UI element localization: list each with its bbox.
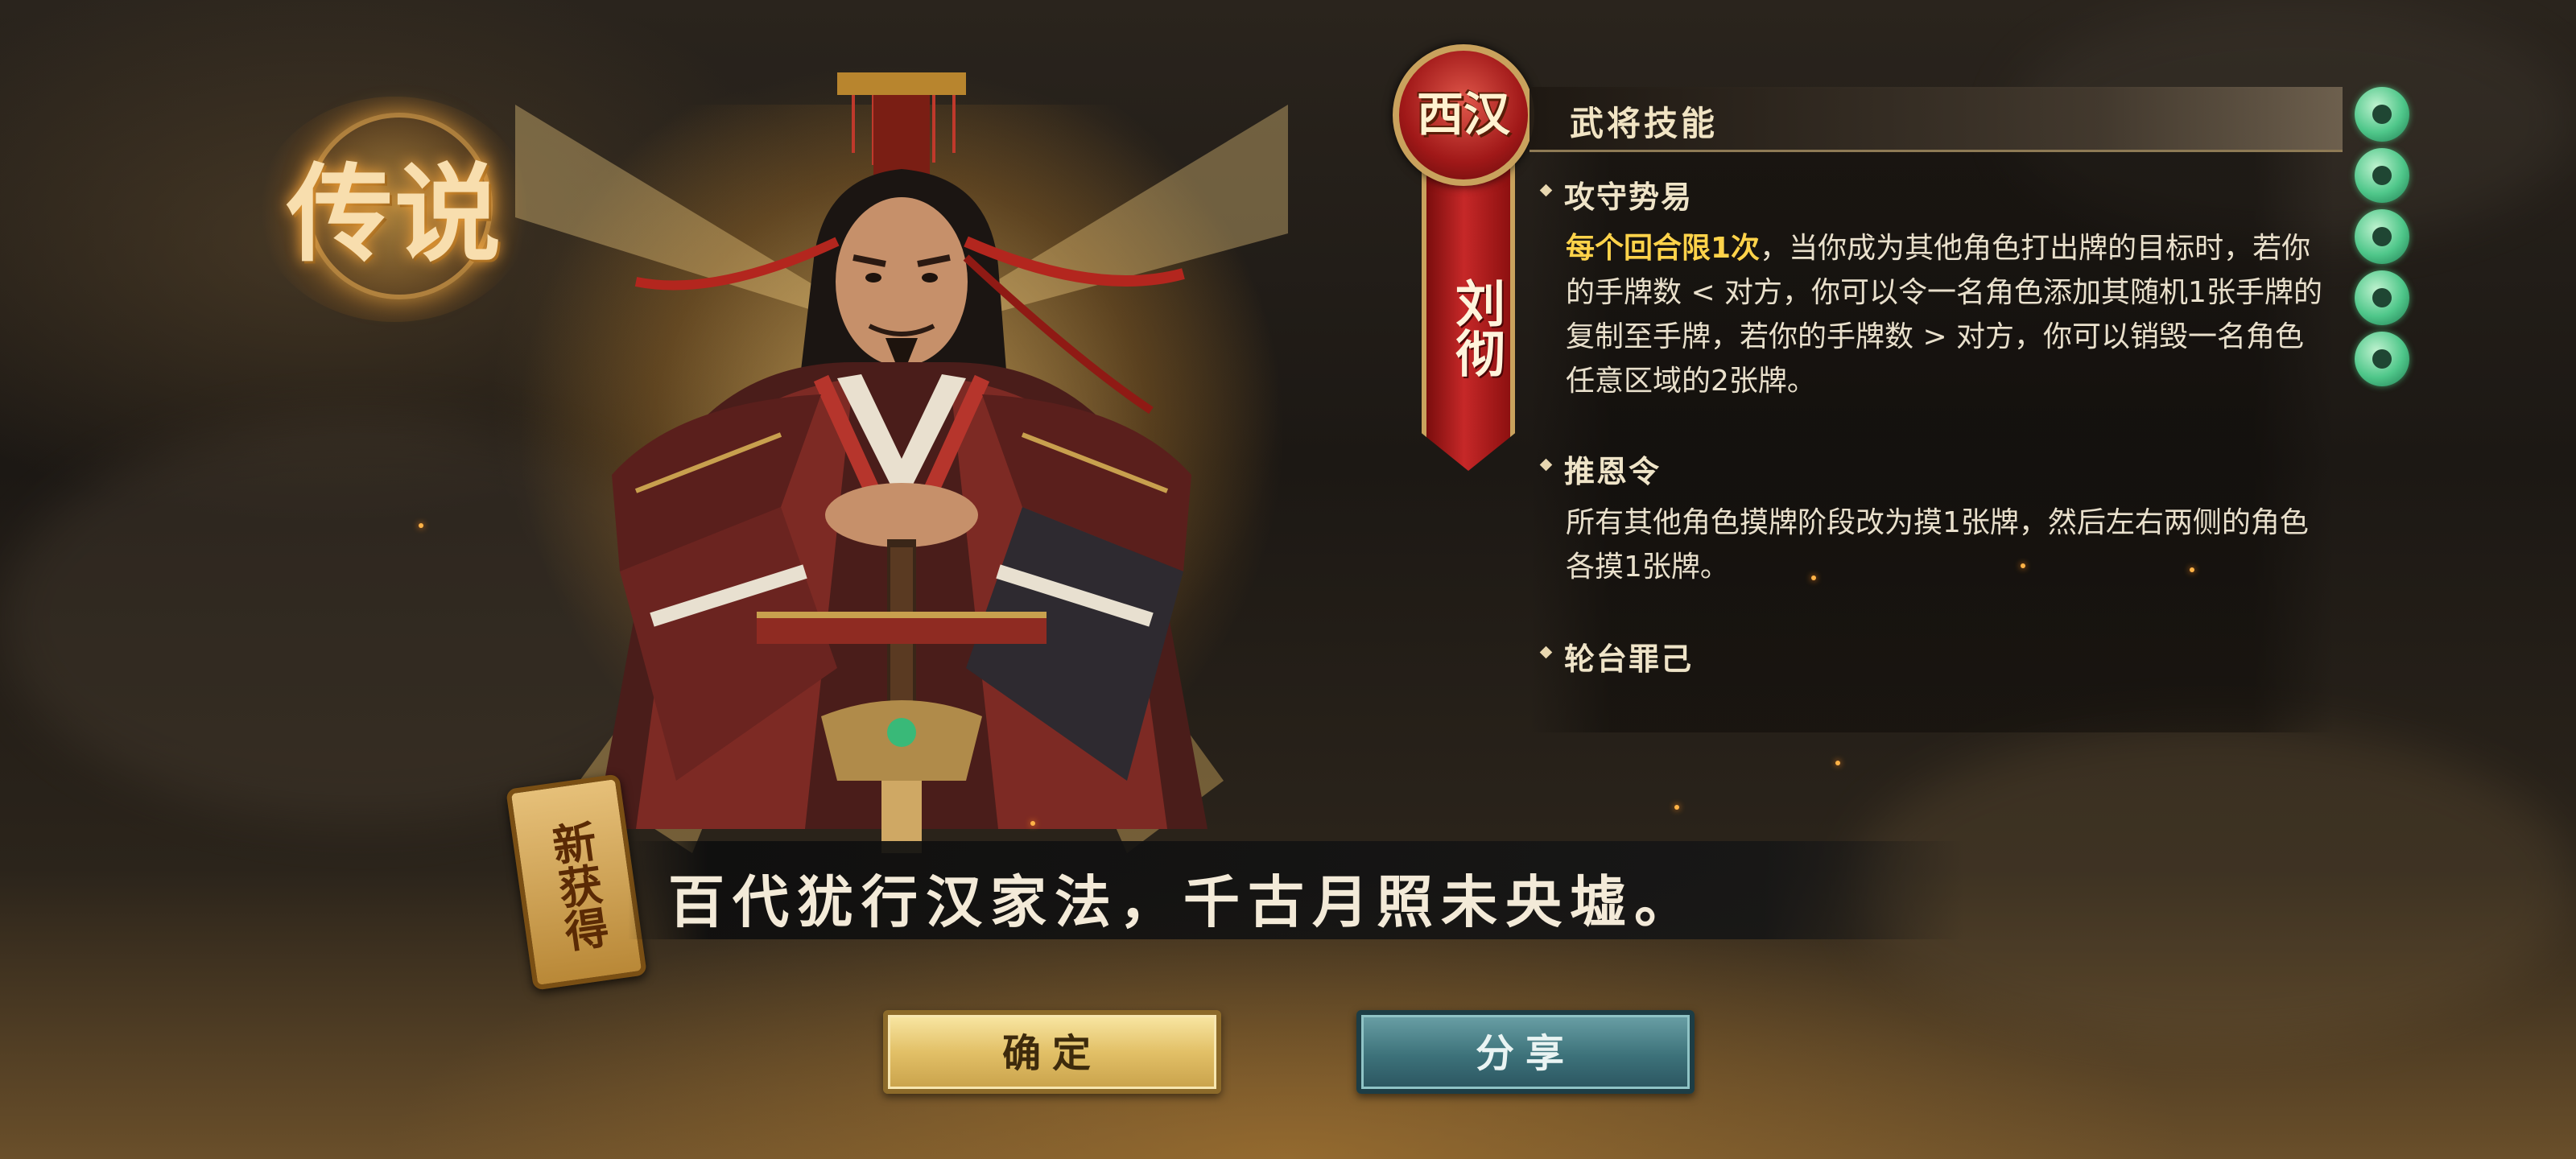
ember-particle (1811, 575, 1816, 580)
jade-token-icon (2355, 270, 2409, 325)
rarity-emblem: 传说 (242, 97, 547, 322)
new-acquired-label: 新获得 (542, 818, 612, 955)
skill-item[interactable]: 推恩令 所有其他角色摸牌阶段改为摸1张牌，然后左右两侧的角色各摸1张牌。 (1542, 447, 2330, 589)
hero-acquired-screen: 传说 西汉 刘彻 武将技能 攻守势易 每个回合限1次，当你成为其他角色打出牌的目… (0, 0, 2576, 1159)
hero-illustration (515, 72, 1288, 853)
ember-particle (1030, 821, 1035, 826)
skill-name: 攻守势易 (1542, 172, 2330, 217)
skills-header: 武将技能 (1530, 87, 2343, 152)
skill-name: 轮台罪己 (1542, 634, 2330, 678)
faction-banner: 西汉 刘彻 (1393, 44, 1538, 479)
jade-token-icon (2355, 87, 2409, 142)
skill-name: 推恩令 (1542, 447, 2330, 491)
ember-particle (419, 523, 423, 528)
skill-item[interactable]: 攻守势易 每个回合限1次，当你成为其他角色打出牌的目标时，若你的手牌数 < 对方… (1542, 172, 2330, 403)
skill-description: 所有其他角色摸牌阶段改为摸1张牌，然后左右两侧的角色各摸1张牌。 (1566, 506, 2309, 584)
jade-token-icon (2355, 209, 2409, 264)
skill-highlight: 每个回合限1次 (1566, 232, 1761, 265)
confirm-button[interactable]: 确定 (883, 1010, 1221, 1094)
rarity-label: 传说 (287, 152, 502, 277)
hero-portrait (515, 56, 1288, 853)
quote-banner: 百代犹行汉家法，千古月照未央墟。 (628, 841, 1964, 939)
faction-label: 西汉 (1416, 87, 1510, 142)
ember-particle (2021, 563, 2025, 568)
jade-token-icon (2355, 148, 2409, 203)
hero-name: 刘彻 (1447, 278, 1505, 377)
jade-token-icon (2355, 332, 2409, 386)
ember-particle (1835, 761, 1840, 765)
skill-item[interactable]: 轮台罪己 (1542, 634, 2330, 678)
skills-title: 武将技能 (1570, 104, 1719, 143)
skill-description: 每个回合限1次，当你成为其他角色打出牌的目标时，若你的手牌数 < 对方，你可以令… (1542, 226, 2330, 403)
ember-particle (1674, 805, 1679, 810)
hero-quote: 百代犹行汉家法，千古月照未央墟。 (668, 868, 1699, 935)
ember-particle (2190, 567, 2194, 572)
jade-token-column (2355, 87, 2419, 393)
share-button[interactable]: 分享 (1356, 1010, 1695, 1094)
